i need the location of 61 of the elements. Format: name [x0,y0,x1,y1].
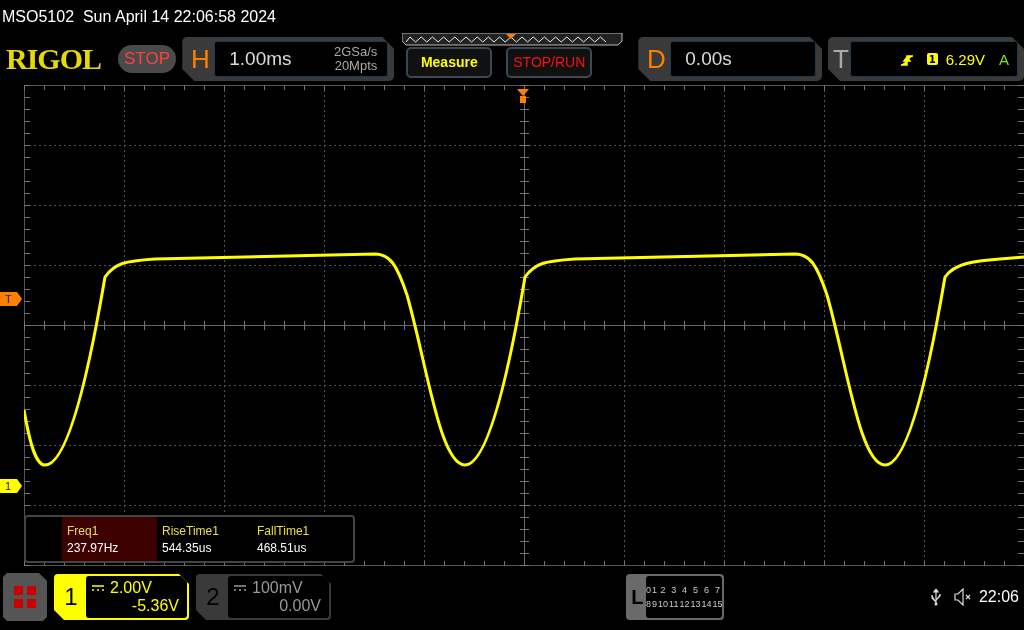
stop-run-button[interactable]: STOP/RUN [506,46,593,78]
trigger-panel[interactable]: T 1 6.29V A [828,37,1024,81]
measurement-name: FallTime1 [257,523,311,538]
measurement-value: 468.51us [257,540,308,555]
dc-coupling-icon [92,585,104,591]
trigger-level-marker[interactable]: T [0,292,22,306]
trigger-position-icon[interactable] [517,89,529,103]
logic-channel-label: 8 [646,599,652,609]
logic-channel-label: 0 [646,585,652,595]
trigger-label: T [832,43,850,75]
channel-scale: 2.00V [110,579,152,597]
delay-panel[interactable]: D 0.00s [638,37,822,81]
brand-logo: RIGOL [6,42,103,76]
sample-rate: 2GSa/s [333,45,378,59]
trigger-source-badge: 1 [926,53,938,65]
dc-coupling-icon [234,585,246,591]
horizontal-label: H [189,43,211,75]
measurement-value: 544.35us [162,540,213,555]
timebase-value: 1.00ms [229,48,293,70]
measurement-name: Freq1 [67,523,100,538]
logic-channel-label: 7 [713,585,721,595]
channel-offset: -5.36V [130,597,179,615]
channel-panel[interactable]: 2 100mV 0.00V [196,574,331,620]
measurement-item[interactable]: RiseTime1 544.35us [157,517,252,561]
logic-channel-label: 1 [652,585,658,595]
measurement-value: 237.97Hz [67,540,120,555]
measurement-name: RiseTime1 [162,523,220,538]
logic-channel-label: 6 [702,585,710,595]
logic-channel-label: 15 [712,599,723,609]
logic-channel-label: 10 [658,599,669,609]
logic-channel-label: 2 [659,585,667,595]
memory-depth: 20Mpts [334,59,378,73]
delay-value: 0.00s [685,48,733,70]
channel-offset: 0.00V [278,597,321,615]
logic-channel-label: 14 [701,599,712,609]
horizontal-panel[interactable]: H 1.00ms 2GSa/s 20Mpts [182,37,395,81]
logic-channel-label: 9 [652,599,658,609]
usb-icon [929,588,942,606]
channel-scale: 100mV [252,579,303,597]
logic-channel-label: 4 [680,585,688,595]
logic-channel-label: 3 [670,585,678,595]
logic-channel-label: 13 [690,599,701,609]
channel-number: 2 [205,582,221,612]
delay-label: D [645,43,667,75]
channel-marker[interactable]: 1 [0,479,22,493]
measurement-item[interactable]: FallTime1 468.51us [252,517,347,561]
status-title: MSO5102 Sun April 14 22:06:58 2024 [2,7,276,26]
speaker-muted-icon[interactable] [953,588,971,606]
logic-channel-label: 5 [691,585,699,595]
menu-button[interactable] [3,573,47,621]
rising-edge-icon [900,52,913,66]
logic-label: L [630,585,645,609]
trigger-mode: A [999,50,1009,68]
logic-channel-label: 12 [679,599,690,609]
trigger-threshold: 6.29V [945,50,985,68]
channel-number: 1 [63,582,79,612]
clock-time: 22:06 [978,588,1019,606]
channel-panel[interactable]: 1 2.00V -5.36V [54,574,189,620]
logic-channel-label: 11 [669,599,679,609]
measurement-item[interactable]: Freq1 237.97Hz [62,517,157,561]
measure-button[interactable]: Measure [406,46,493,78]
